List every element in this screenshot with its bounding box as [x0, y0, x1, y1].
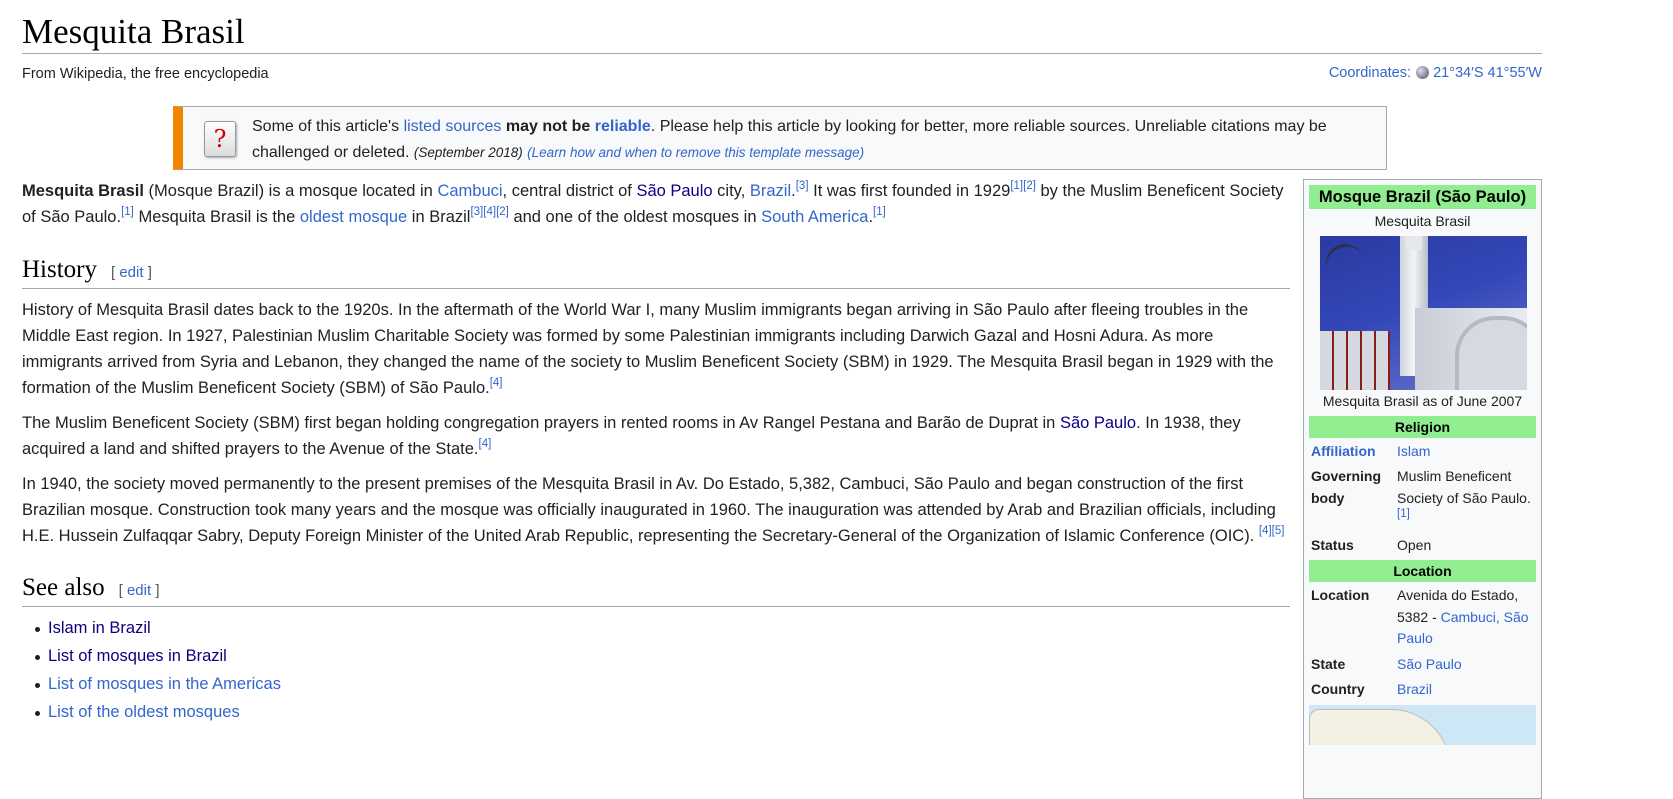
- infobox-subtitle: Mesquita Brasil: [1374, 213, 1471, 229]
- edit-link-wrapper: [ edit ]: [111, 264, 152, 281]
- history-paragraph-3: In 1940, the society moved permanently t…: [22, 471, 1292, 549]
- history-edit-link[interactable]: edit: [119, 264, 143, 281]
- country-label: Country: [1311, 681, 1365, 697]
- text: History of Mesquita Brasil dates back to…: [22, 301, 1274, 397]
- see-also-heading: See also [ edit ]: [22, 574, 1290, 607]
- text: Mesquita Brasil is the: [133, 208, 300, 226]
- citation[interactable]: [1]: [1010, 180, 1023, 192]
- location-map[interactable]: [1309, 705, 1536, 745]
- text: , central district of: [502, 182, 637, 200]
- title-divider: [22, 53, 1542, 54]
- history-heading: History [ edit ]: [22, 256, 1290, 289]
- notice-bold-text: may not be: [505, 118, 591, 135]
- location-header: Location: [1309, 560, 1536, 582]
- learn-more-link[interactable]: (Learn how and when to remove this templ…: [527, 145, 864, 160]
- oldest-mosque-link[interactable]: oldest mosque: [300, 208, 407, 226]
- cambuci-link[interactable]: Cambuci: [437, 182, 502, 200]
- religion-header: Religion: [1309, 416, 1536, 438]
- mosque-photo[interactable]: [1320, 236, 1527, 390]
- citation[interactable]: [1]: [121, 206, 134, 218]
- globe-icon[interactable]: [1416, 66, 1430, 79]
- reliable-link[interactable]: reliable: [595, 118, 651, 135]
- article-page: Mesquita Brasil From Wikipedia, the free…: [0, 0, 1673, 799]
- country-value-link[interactable]: Brazil: [1397, 679, 1537, 701]
- lead-name: Mesquita Brasil: [22, 182, 144, 200]
- citation[interactable]: [1]: [1397, 508, 1410, 520]
- infobox: Mosque Brazil (São Paulo) Mesquita Brasi…: [1303, 179, 1542, 799]
- reliability-notice: ? Some of this article's listed sources …: [173, 106, 1387, 170]
- status-label: Status: [1311, 537, 1354, 553]
- history-heading-text: History: [22, 256, 97, 283]
- infobox-title: Mosque Brazil (São Paulo): [1309, 185, 1536, 209]
- citation[interactable]: [2]: [496, 206, 509, 218]
- see-also-edit-link[interactable]: edit: [127, 582, 151, 599]
- text: In 1940, the society moved permanently t…: [22, 475, 1276, 545]
- citation[interactable]: [4]: [483, 206, 496, 218]
- see-also-link[interactable]: List of mosques in the Americas: [48, 675, 281, 693]
- citation[interactable]: [4]: [490, 377, 503, 389]
- text: in Brazil: [407, 208, 471, 226]
- coordinates-value[interactable]: 21°34′S 41°55′W: [1433, 65, 1542, 81]
- text: and one of the oldest mosques in: [508, 208, 762, 226]
- photo-caption: Mesquita Brasil as of June 2007: [1322, 393, 1523, 409]
- palm-shape: [1320, 238, 1373, 293]
- notice-text-part: Some of this article's: [252, 118, 404, 135]
- see-also-link[interactable]: List of the oldest mosques: [48, 703, 240, 721]
- south-america-link[interactable]: South America: [761, 208, 868, 226]
- coordinates-label[interactable]: Coordinates:: [1329, 65, 1411, 81]
- list-item: List of mosques in the Americas: [22, 670, 281, 698]
- notice-text: Some of this article's listed sources ma…: [252, 114, 1372, 166]
- list-item: List of mosques in Brazil: [22, 642, 281, 670]
- citation[interactable]: [1]: [873, 206, 886, 218]
- see-also-list: Islam in Brazil List of mosques in Brazi…: [22, 614, 281, 726]
- history-paragraph-1: History of Mesquita Brasil dates back to…: [22, 297, 1292, 401]
- tagline: From Wikipedia, the free encyclopedia: [22, 66, 269, 82]
- see-also-link[interactable]: List of mosques in Brazil: [48, 647, 227, 665]
- governing-body-label: Governing body: [1311, 468, 1382, 506]
- brazil-link[interactable]: Brazil: [750, 182, 791, 200]
- text: It was first founded in 1929: [808, 182, 1011, 200]
- affiliation-value[interactable]: Islam: [1397, 441, 1537, 463]
- coordinates: Coordinates: 21°34′S 41°55′W: [1329, 65, 1542, 81]
- citation[interactable]: [3]: [796, 180, 809, 192]
- citation[interactable]: [4][5]: [1259, 525, 1285, 537]
- location-label: Location: [1311, 587, 1370, 603]
- question-mark-icon: ?: [204, 121, 236, 157]
- affiliation-label[interactable]: Affiliation: [1311, 441, 1395, 463]
- lead-paragraph: Mesquita Brasil (Mosque Brazil) is a mos…: [22, 178, 1290, 230]
- state-value-link[interactable]: São Paulo: [1397, 654, 1537, 676]
- map-land-shape: [1309, 709, 1451, 745]
- see-also-link[interactable]: Islam in Brazil: [48, 619, 151, 637]
- building-shape: [1320, 331, 1390, 390]
- citation[interactable]: [3]: [470, 206, 483, 218]
- edit-link-wrapper: [ edit ]: [118, 582, 160, 599]
- text: city,: [712, 182, 750, 200]
- sao-paulo-link[interactable]: São Paulo: [636, 182, 712, 200]
- list-item: List of the oldest mosques: [22, 698, 281, 726]
- status-value: Open: [1397, 537, 1432, 553]
- see-also-heading-text: See also: [22, 574, 105, 601]
- list-item: Islam in Brazil: [22, 614, 281, 642]
- text: (Mosque Brazil) is a mosque located in: [143, 182, 438, 200]
- page-title: Mesquita Brasil: [22, 12, 245, 51]
- citation[interactable]: [2]: [1023, 180, 1036, 192]
- governing-body-text: Muslim Beneficent Society of São Paulo.: [1397, 468, 1531, 506]
- location-value: Avenida do Estado, 5382 - Cambuci, São P…: [1397, 585, 1537, 650]
- sao-paulo-link[interactable]: São Paulo: [1060, 414, 1136, 432]
- state-label: State: [1311, 656, 1346, 672]
- minaret-top-shape: [1406, 236, 1422, 250]
- notice-date: (September 2018): [413, 145, 523, 160]
- text: The Muslim Beneficent Society (SBM) firs…: [22, 414, 1060, 432]
- arch-shape: [1455, 316, 1527, 390]
- history-paragraph-2: The Muslim Beneficent Society (SBM) firs…: [22, 410, 1292, 462]
- citation[interactable]: [4]: [479, 438, 492, 450]
- governing-body-value: Muslim Beneficent Society of São Paulo. […: [1397, 466, 1537, 531]
- listed-sources-link[interactable]: listed sources: [404, 118, 502, 135]
